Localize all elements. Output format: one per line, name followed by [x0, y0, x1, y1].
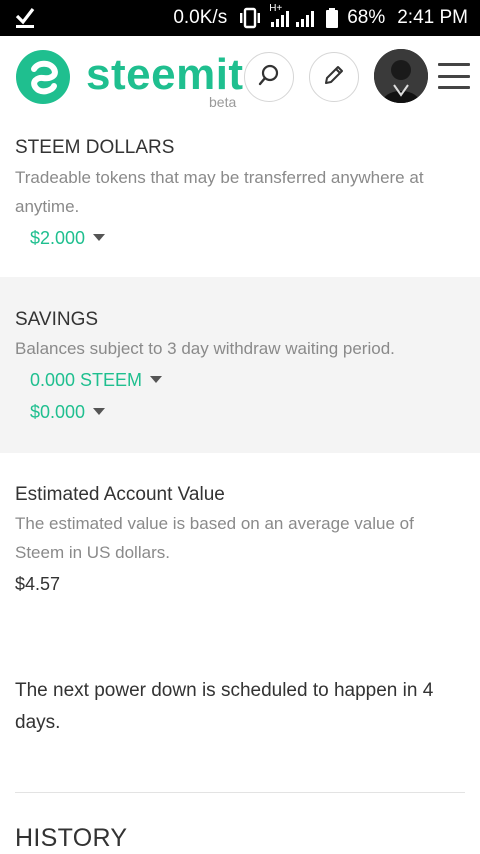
savings-dollar-dropdown[interactable]: $0.000: [30, 402, 106, 423]
power-down-notice: The next power down is scheduled to happ…: [15, 680, 434, 733]
savings-steem-dropdown[interactable]: 0.000 STEEM: [30, 370, 163, 391]
signal-icon: H+: [269, 3, 319, 29]
net-speed: 0.0K/s: [173, 7, 228, 28]
caret-down-icon: [150, 375, 163, 383]
status-bar: 0.0K/s H+ 68% 2:41 PM: [0, 0, 480, 36]
check-download-icon: [14, 5, 36, 35]
pencil-icon: [322, 63, 346, 92]
steem-dollars-description: Tradeable tokens that may be transferred…: [15, 168, 424, 216]
battery-percent: 68%: [347, 7, 386, 28]
vibrate-icon: [237, 7, 263, 29]
steem-dollars-dropdown[interactable]: $2.000: [30, 228, 106, 249]
savings-steem-amount: 0.000 STEEM: [30, 370, 143, 390]
app-header: steemit beta: [0, 36, 480, 124]
search-button[interactable]: [244, 52, 294, 102]
steem-dollars-section: STEEM DOLLARS Tradeable tokens that may …: [0, 124, 480, 277]
steem-dollars-amount: $2.000: [30, 228, 86, 248]
savings-description: Balances subject to 3 day withdraw waiti…: [15, 339, 395, 358]
steem-dollars-title: STEEM DOLLARS: [15, 137, 175, 158]
battery-icon: [325, 7, 339, 29]
steemit-logo-icon[interactable]: [14, 48, 72, 106]
search-icon: [257, 63, 281, 92]
network-type: H+: [269, 3, 283, 14]
estimated-value-description: The estimated value is based on an avera…: [15, 514, 414, 562]
savings-title: SAVINGS: [15, 309, 99, 330]
create-post-button[interactable]: [309, 52, 359, 102]
savings-dollar-amount: $0.000: [30, 402, 86, 422]
caret-down-icon: [93, 233, 106, 241]
caret-down-icon: [93, 407, 106, 415]
estimated-value-amount: $4.57: [15, 574, 61, 594]
estimated-value-title: Estimated Account Value: [15, 484, 225, 505]
savings-section: SAVINGS Balances subject to 3 day withdr…: [0, 277, 480, 453]
brand-name[interactable]: steemit: [86, 50, 244, 100]
clock: 2:41 PM: [397, 7, 468, 28]
estimated-value-section: Estimated Account Value The estimated va…: [0, 453, 480, 653]
divider: [15, 792, 465, 793]
beta-label: beta: [209, 94, 237, 110]
history-heading: HISTORY: [15, 824, 128, 852]
hamburger-menu-icon[interactable]: [438, 63, 470, 89]
avatar[interactable]: [374, 49, 428, 103]
